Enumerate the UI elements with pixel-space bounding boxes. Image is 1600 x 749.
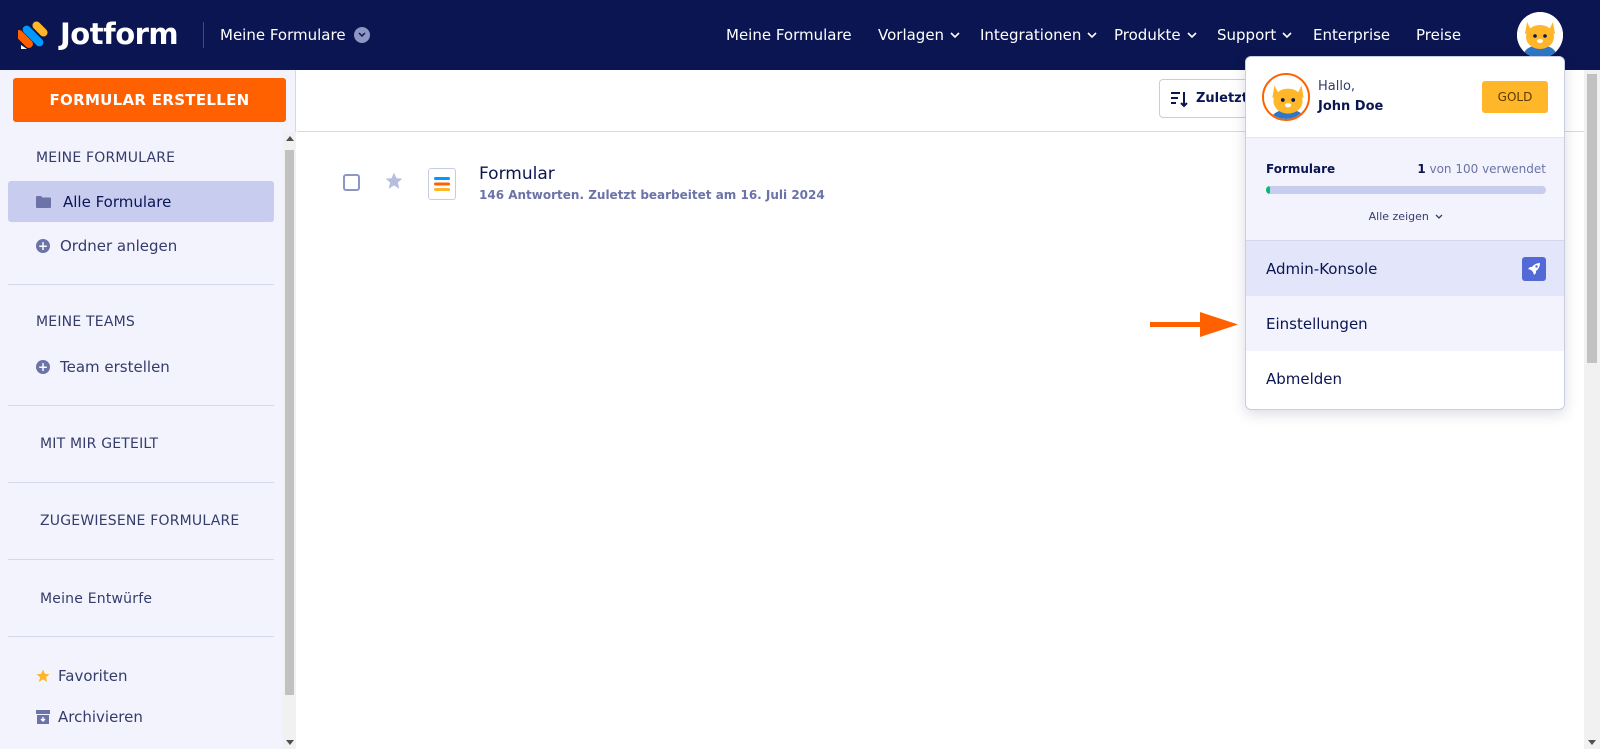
sidebar-item-assigned-forms[interactable]: ZUGEWIESENE FORMULARE [40, 513, 239, 529]
sidebar-scrollbar-thumb[interactable] [285, 150, 294, 695]
usage-text: von 100 verwendet [1425, 162, 1546, 176]
chevron-down-icon [1187, 31, 1197, 38]
scroll-down-arrow-icon[interactable] [286, 740, 294, 745]
nav-support-label: Support [1217, 26, 1277, 44]
form-meta: 146 Antworten. Zuletzt bearbeitet am 16.… [479, 188, 825, 202]
scroll-down-arrow-icon[interactable] [1588, 740, 1596, 745]
sidebar-divider [8, 284, 274, 285]
nav-support[interactable]: Support [1217, 26, 1292, 44]
favorite-star-icon[interactable] [385, 172, 403, 190]
sidebar-item-create-team[interactable]: + Team erstellen [36, 358, 170, 376]
show-all-label: Alle zeigen [1368, 210, 1429, 223]
chevron-down-icon [1282, 31, 1292, 38]
chevron-down-icon [950, 31, 960, 38]
plan-badge[interactable]: GOLD [1482, 81, 1548, 113]
page-scrollbar-thumb[interactable] [1587, 74, 1597, 363]
my-forms-switcher-label: Meine Formulare [220, 26, 346, 44]
nav-my-forms-label: Meine Formulare [726, 26, 852, 44]
show-all-link[interactable]: Alle zeigen [1246, 210, 1564, 223]
plus-circle-icon: + [36, 239, 50, 253]
cat-avatar-icon [1262, 73, 1310, 121]
nav-integrations-label: Integrationen [980, 26, 1082, 44]
sidebar-scrollbar[interactable] [283, 132, 296, 749]
sidebar-item-favorites[interactable]: Favoriten [36, 667, 127, 685]
usage-progress-fill [1266, 186, 1271, 194]
nav-products-label: Produkte [1114, 26, 1181, 44]
sort-icon [1171, 91, 1188, 107]
jotform-logo-text: Jotform [60, 17, 179, 51]
cat-avatar-icon [1517, 12, 1563, 58]
chevron-down-icon [1087, 31, 1097, 38]
star-icon [36, 669, 50, 682]
nav-enterprise[interactable]: Enterprise [1313, 26, 1390, 44]
topbar-divider [203, 22, 204, 48]
sidebar-item-archive-label: Archivieren [58, 708, 143, 726]
user-menu-dropdown: Hallo, John Doe GOLD Formulare 1 von 100… [1245, 56, 1565, 410]
scroll-up-arrow-icon[interactable] [286, 136, 294, 141]
menu-item-logout-label: Abmelden [1266, 369, 1343, 388]
menu-item-admin-console[interactable]: Admin-Konsole [1246, 241, 1564, 296]
page-scrollbar[interactable] [1584, 70, 1600, 749]
usage-used: 1 [1417, 162, 1426, 176]
my-teams-heading: MEINE TEAMS [36, 314, 135, 330]
form-title[interactable]: Formular [479, 164, 555, 184]
sidebar-item-shared-with-me[interactable]: MIT MIR GETEILT [40, 436, 158, 452]
sidebar-item-archive[interactable]: Archivieren [36, 708, 143, 726]
nav-templates-label: Vorlagen [878, 26, 945, 44]
user-avatar-button[interactable] [1517, 12, 1563, 58]
sidebar-item-all-forms-label: Alle Formulare [63, 192, 172, 211]
sidebar: FORMULAR ERSTELLEN [0, 70, 296, 749]
sidebar-divider [8, 559, 274, 560]
plus-circle-icon: + [36, 360, 50, 374]
user-menu-header: Hallo, John Doe GOLD [1246, 57, 1564, 137]
chevron-down-icon [1435, 214, 1443, 219]
usage-label: Formulare [1266, 162, 1336, 176]
nav-my-forms[interactable]: Meine Formulare [726, 26, 852, 44]
sidebar-divider [8, 636, 274, 637]
rocket-icon [1522, 257, 1546, 281]
chevron-down-icon [353, 27, 370, 43]
jotform-logo-icon [18, 21, 48, 49]
nav-enterprise-label: Enterprise [1313, 26, 1391, 44]
menu-item-settings[interactable]: Einstellungen [1246, 296, 1564, 351]
user-name: John Doe [1318, 99, 1384, 114]
usage-progress-bar [1266, 186, 1546, 194]
nav-products[interactable]: Produkte [1114, 26, 1197, 44]
sidebar-divider [8, 482, 274, 483]
user-greeting: Hallo, [1318, 79, 1356, 94]
folder-icon [36, 195, 51, 208]
form-select-checkbox[interactable] [343, 174, 360, 191]
archive-box-icon [36, 710, 50, 724]
menu-item-logout[interactable]: Abmelden [1246, 351, 1564, 406]
form-type-icon [428, 168, 456, 200]
nav-pricing[interactable]: Preise [1416, 26, 1461, 44]
my-forms-switcher[interactable]: Meine Formulare [220, 26, 370, 44]
sidebar-item-create-folder-label: Ordner anlegen [60, 237, 178, 255]
sidebar-item-favorites-label: Favoriten [58, 667, 128, 685]
annotation-arrow-icon [1150, 312, 1238, 337]
my-forms-heading: MEINE FORMULARE [36, 150, 176, 166]
sidebar-item-create-folder[interactable]: + Ordner anlegen [36, 237, 177, 255]
nav-pricing-label: Preise [1416, 26, 1462, 44]
nav-integrations[interactable]: Integrationen [980, 26, 1097, 44]
menu-item-admin-console-label: Admin-Konsole [1266, 259, 1378, 278]
jotform-logo[interactable]: Jotform [18, 17, 179, 51]
sidebar-item-all-forms[interactable]: Alle Formulare [8, 181, 274, 222]
sidebar-item-create-team-label: Team erstellen [60, 358, 170, 376]
menu-item-settings-label: Einstellungen [1266, 314, 1368, 333]
sidebar-item-my-drafts[interactable]: Meine Entwürfe [40, 591, 152, 607]
nav-templates[interactable]: Vorlagen [878, 26, 960, 44]
sidebar-divider [8, 405, 274, 406]
usage-count: 1 von 100 verwendet [1417, 162, 1546, 176]
create-form-button[interactable]: FORMULAR ERSTELLEN [13, 78, 286, 122]
usage-section: Formulare 1 von 100 verwendet Alle zeige… [1246, 137, 1564, 241]
